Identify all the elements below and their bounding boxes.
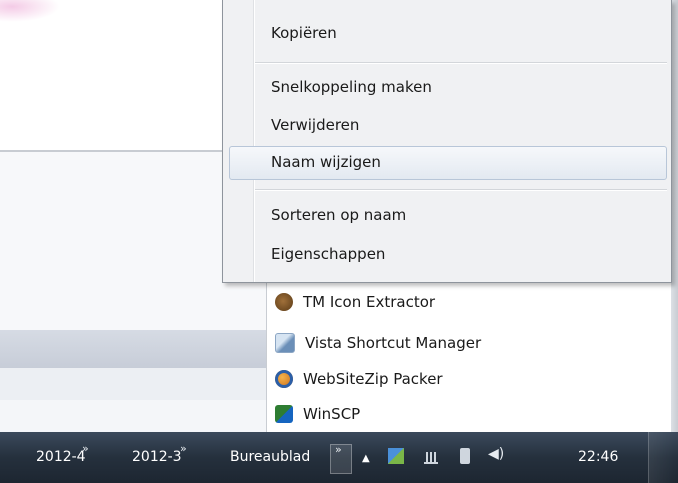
- program-label: TM Icon Extractor: [303, 292, 436, 311]
- tray-expand-icon[interactable]: ▲: [362, 450, 370, 468]
- watermark-mark: [0, 0, 60, 22]
- toolbar-bureaublad[interactable]: Bureaublad: [230, 448, 310, 466]
- program-list: TM Icon Extractor Vista Shortcut Manager…: [266, 280, 671, 432]
- program-label: WebSiteZip Packer: [303, 369, 443, 388]
- toolbar-chevron-button[interactable]: »: [330, 443, 352, 474]
- vista-shortcut-manager-icon: [275, 332, 295, 353]
- toolbar-chevron[interactable]: »: [82, 442, 89, 455]
- program-item-winscp[interactable]: WinSCP: [267, 400, 360, 427]
- start-menu-band: [0, 330, 266, 368]
- program-item-vista-shortcut-manager[interactable]: Vista Shortcut Manager: [267, 329, 481, 356]
- menu-item-naam-wijzigen[interactable]: Naam wijzigen: [271, 147, 381, 177]
- menu-item-sorteren-op-naam[interactable]: Sorteren op naam: [271, 200, 406, 230]
- menu-gutter: [253, 0, 255, 282]
- start-menu-footer: [0, 368, 266, 400]
- clock[interactable]: 22:46: [578, 448, 618, 466]
- context-menu: Kopiëren Snelkoppeling maken Verwijderen…: [222, 0, 672, 283]
- toolbar-2012-4[interactable]: 2012-4: [36, 448, 86, 466]
- window-panel: [0, 0, 226, 152]
- menu-separator: [255, 189, 667, 191]
- volume-icon[interactable]: ◀): [488, 446, 504, 462]
- program-item-websitezip-packer[interactable]: WebSiteZip Packer: [267, 365, 443, 392]
- menu-item-kopieren[interactable]: Kopiëren: [271, 18, 337, 48]
- network-signal-icon[interactable]: [424, 452, 438, 464]
- program-label: Vista Shortcut Manager: [305, 333, 482, 352]
- toolbar-chevron: »: [335, 443, 342, 456]
- menu-separator: [255, 62, 667, 64]
- action-center-icon[interactable]: [388, 448, 404, 464]
- toolbar-2012-3[interactable]: 2012-3: [132, 448, 182, 466]
- menu-item-snelkoppeling-maken[interactable]: Snelkoppeling maken: [271, 72, 432, 102]
- battery-icon[interactable]: [460, 448, 470, 464]
- show-desktop-button[interactable]: [648, 432, 678, 483]
- program-label: WinSCP: [303, 404, 361, 423]
- websitezip-packer-icon: [275, 369, 293, 388]
- program-item-tm-icon-extractor[interactable]: TM Icon Extractor: [267, 288, 435, 315]
- tm-icon-extractor-icon: [275, 292, 293, 311]
- toolbar-chevron[interactable]: »: [180, 442, 187, 455]
- winscp-icon: [275, 404, 293, 423]
- menu-item-eigenschappen[interactable]: Eigenschappen: [271, 239, 385, 269]
- menu-item-verwijderen[interactable]: Verwijderen: [271, 110, 359, 140]
- taskbar: 2012-4 » 2012-3 » Bureaublad » ▲ ◀) 22:4…: [0, 432, 678, 483]
